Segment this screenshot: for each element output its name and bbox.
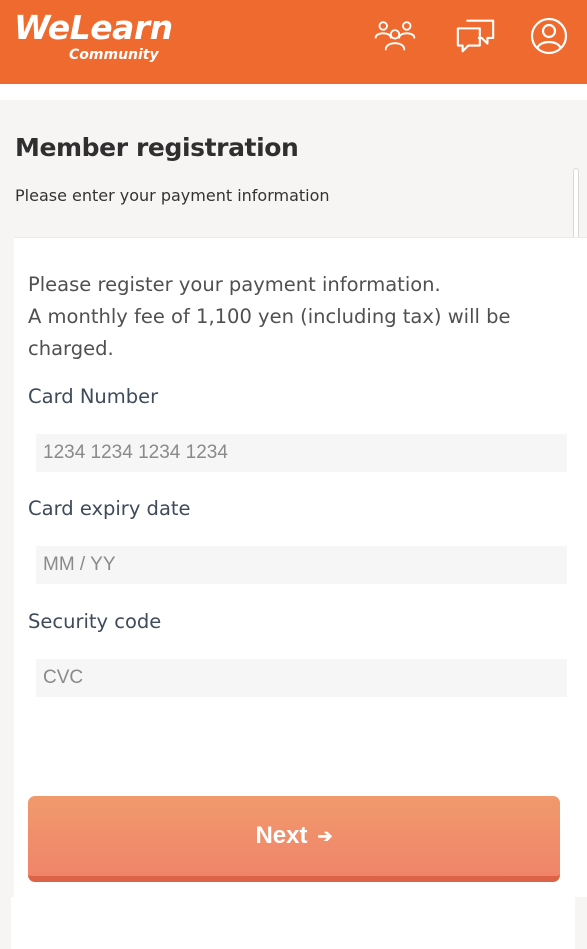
card-number-label: Card Number: [28, 385, 159, 408]
security-code-label: Security code: [28, 610, 162, 633]
header-spacer: [0, 84, 587, 100]
page-subtitle: Please enter your payment information: [15, 186, 330, 205]
welearn-logo[interactable]: WeLearn Community: [14, 8, 173, 68]
security-code-input[interactable]: [36, 659, 567, 697]
page-title: Member registration: [15, 133, 299, 162]
logo-sub-text: Community: [69, 47, 159, 63]
next-button-label: Next: [255, 822, 308, 849]
account-icon[interactable]: [528, 16, 570, 56]
intro-line: Please register your payment information…: [28, 273, 441, 296]
intro-line: A monthly fee of 1,100 yen (including ta…: [28, 305, 511, 328]
logo-main-text: WeLearn: [14, 8, 173, 47]
chat-icon[interactable]: [455, 16, 497, 56]
card-expiry-label: Card expiry date: [28, 497, 191, 520]
community-members-icon[interactable]: [374, 16, 416, 56]
bottom-panel: [11, 897, 575, 949]
arrow-right-icon: ➔: [317, 825, 333, 846]
card-number-input[interactable]: [36, 434, 567, 472]
payment-intro: Please register your payment information…: [28, 269, 548, 365]
intro-line: charged.: [28, 337, 114, 360]
card-expiry-input[interactable]: [36, 546, 567, 584]
app-header: WeLearn Community: [0, 0, 587, 84]
next-button[interactable]: Next ➔: [28, 796, 560, 882]
